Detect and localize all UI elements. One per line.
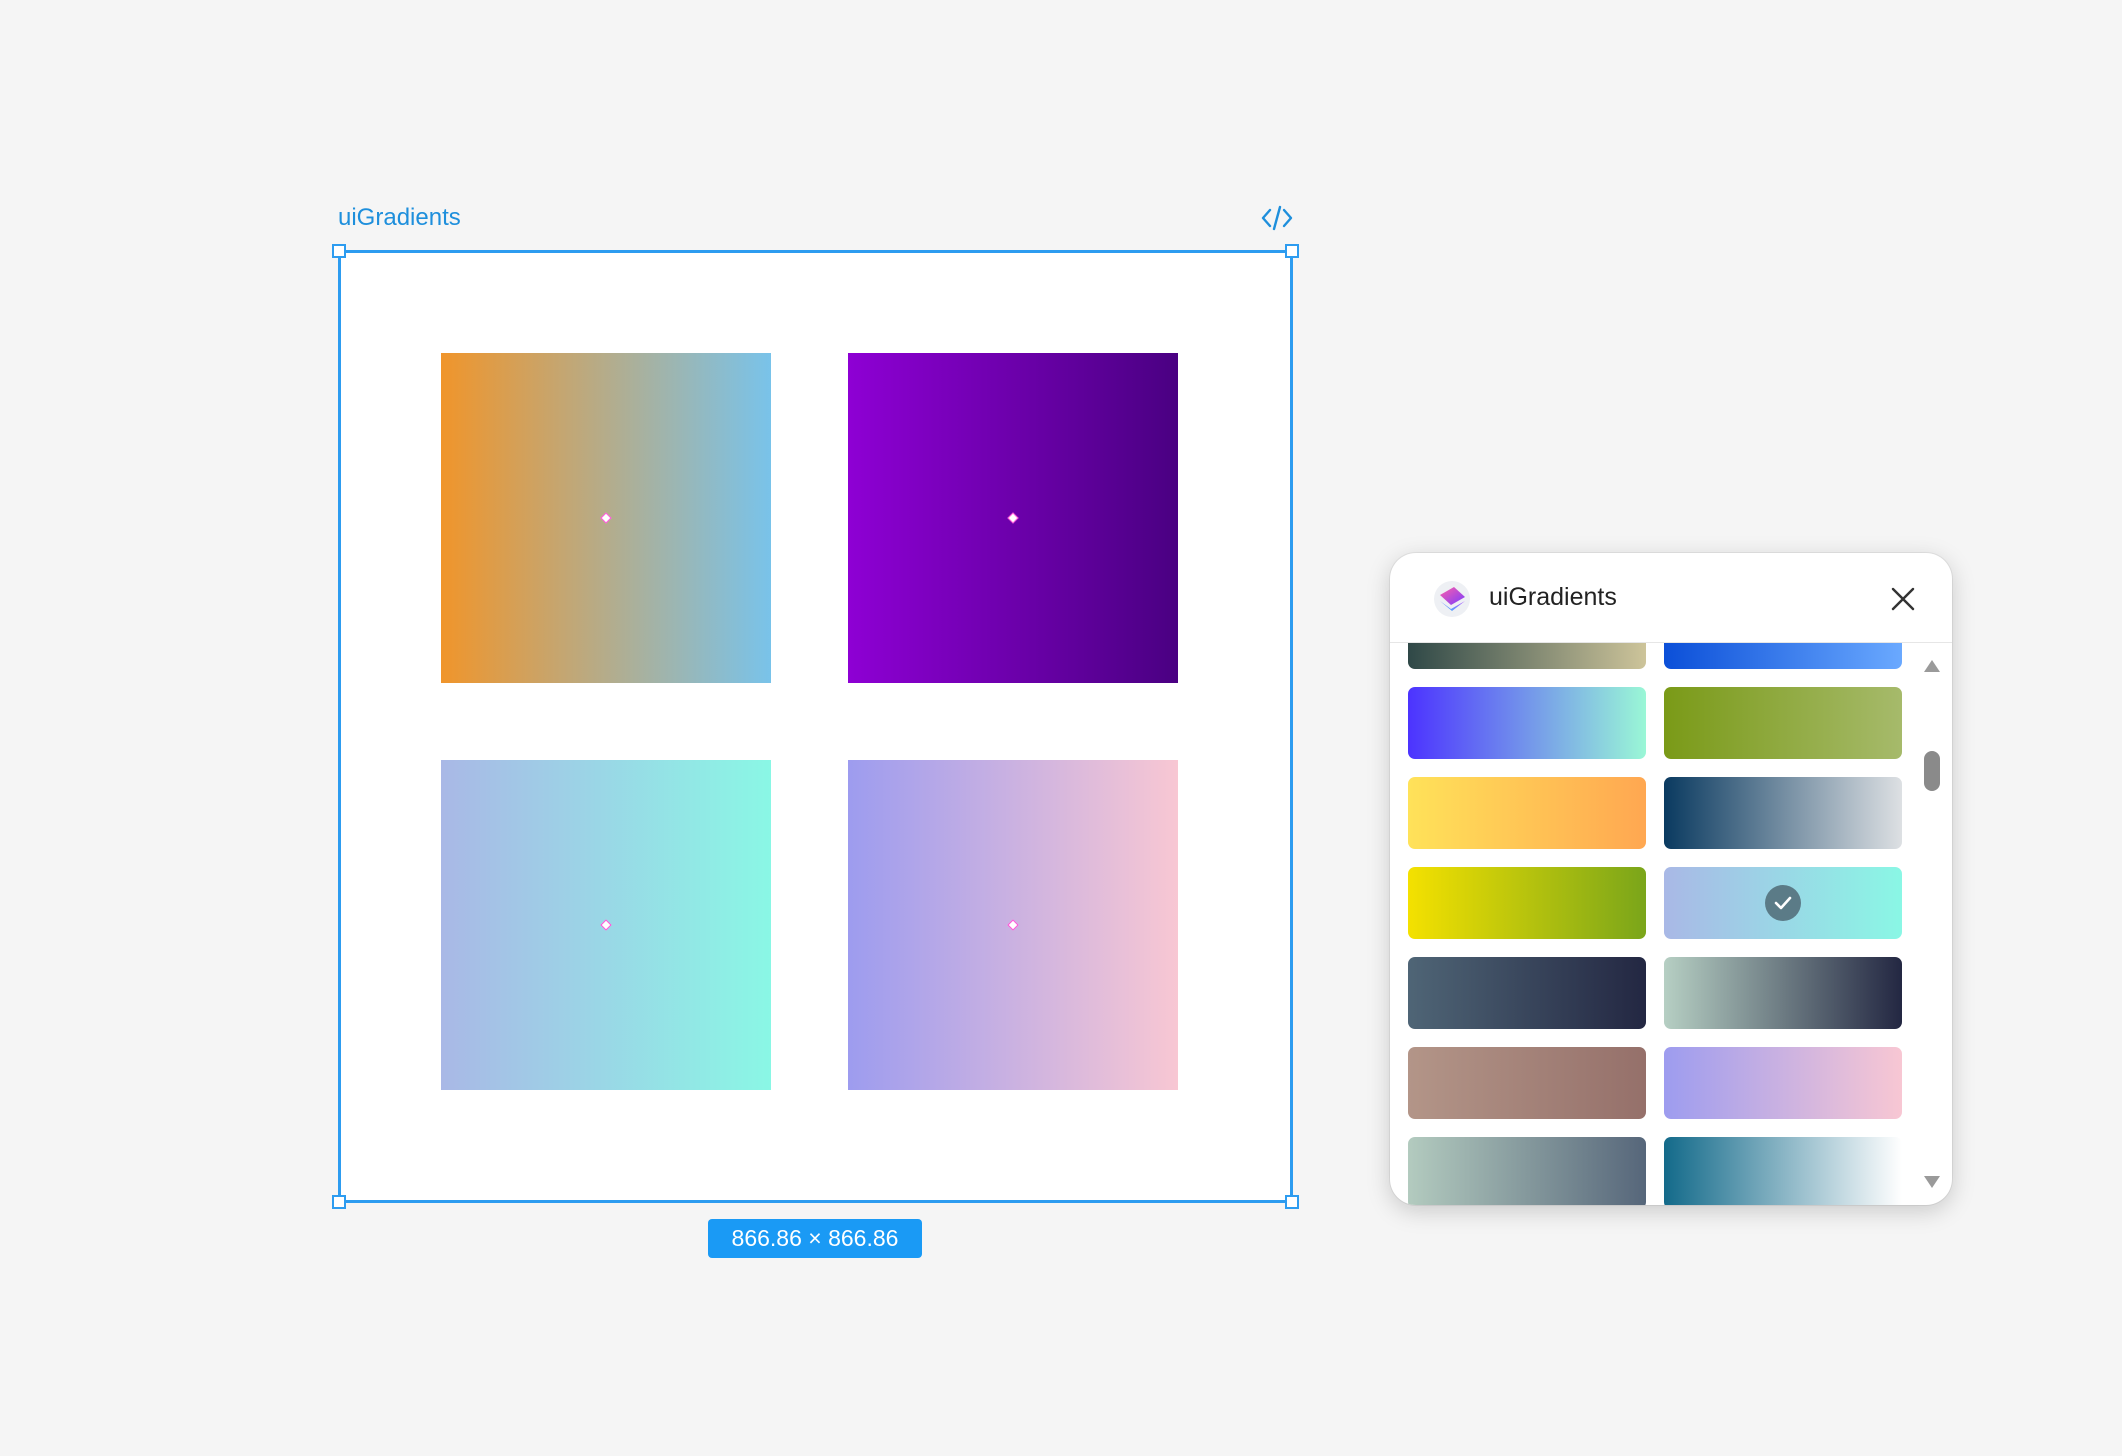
resize-handle-bottom-left[interactable]	[332, 1195, 346, 1209]
center-point-marker	[1007, 919, 1019, 931]
check-icon	[1765, 885, 1801, 921]
gradient-swatch[interactable]	[1408, 1047, 1646, 1119]
center-point-marker	[1007, 512, 1019, 524]
resize-handle-bottom-right[interactable]	[1285, 1195, 1299, 1209]
gradient-swatch[interactable]	[1664, 643, 1902, 669]
tile-lavender-mint[interactable]	[441, 760, 771, 1090]
panel-header: uiGradients	[1390, 553, 1952, 643]
scroll-up-icon[interactable]	[1923, 659, 1941, 673]
frame-label[interactable]: uiGradients	[338, 204, 461, 232]
close-icon[interactable]	[1887, 583, 1919, 615]
tile-purple[interactable]	[848, 353, 1178, 683]
gradient-swatch[interactable]	[1408, 643, 1646, 669]
gradient-swatch[interactable]	[1664, 687, 1902, 759]
gradient-swatch[interactable]	[1664, 777, 1902, 849]
center-point-marker	[600, 512, 612, 524]
gradient-swatch[interactable]	[1408, 867, 1646, 939]
scrollbar[interactable]	[1910, 643, 1952, 1205]
scroll-down-icon[interactable]	[1923, 1175, 1941, 1189]
gradient-swatch[interactable]	[1408, 687, 1646, 759]
uigradients-plugin-panel: uiGradients	[1390, 553, 1952, 1205]
size-badge: 866.86 × 866.86	[708, 1219, 922, 1258]
tile-periwinkle-pink[interactable]	[848, 760, 1178, 1090]
gradient-swatch-selected[interactable]	[1664, 867, 1902, 939]
code-icon[interactable]	[1260, 203, 1294, 233]
gradient-swatch[interactable]	[1664, 957, 1902, 1029]
resize-handle-top-right[interactable]	[1285, 244, 1299, 258]
tile-orange-blue[interactable]	[441, 353, 771, 683]
resize-handle-top-left[interactable]	[332, 244, 346, 258]
gradient-swatch[interactable]	[1664, 1137, 1902, 1205]
scroll-thumb[interactable]	[1924, 751, 1940, 791]
canvas-frame[interactable]	[338, 250, 1293, 1203]
gradient-swatch[interactable]	[1408, 1137, 1646, 1205]
gradient-swatch-list[interactable]	[1390, 643, 1910, 1205]
panel-title: uiGradients	[1489, 583, 1617, 611]
gradient-swatch[interactable]	[1408, 957, 1646, 1029]
uigradients-logo-icon	[1434, 581, 1470, 617]
center-point-marker	[600, 919, 612, 931]
gradient-swatch[interactable]	[1664, 1047, 1902, 1119]
gradient-swatch[interactable]	[1408, 777, 1646, 849]
